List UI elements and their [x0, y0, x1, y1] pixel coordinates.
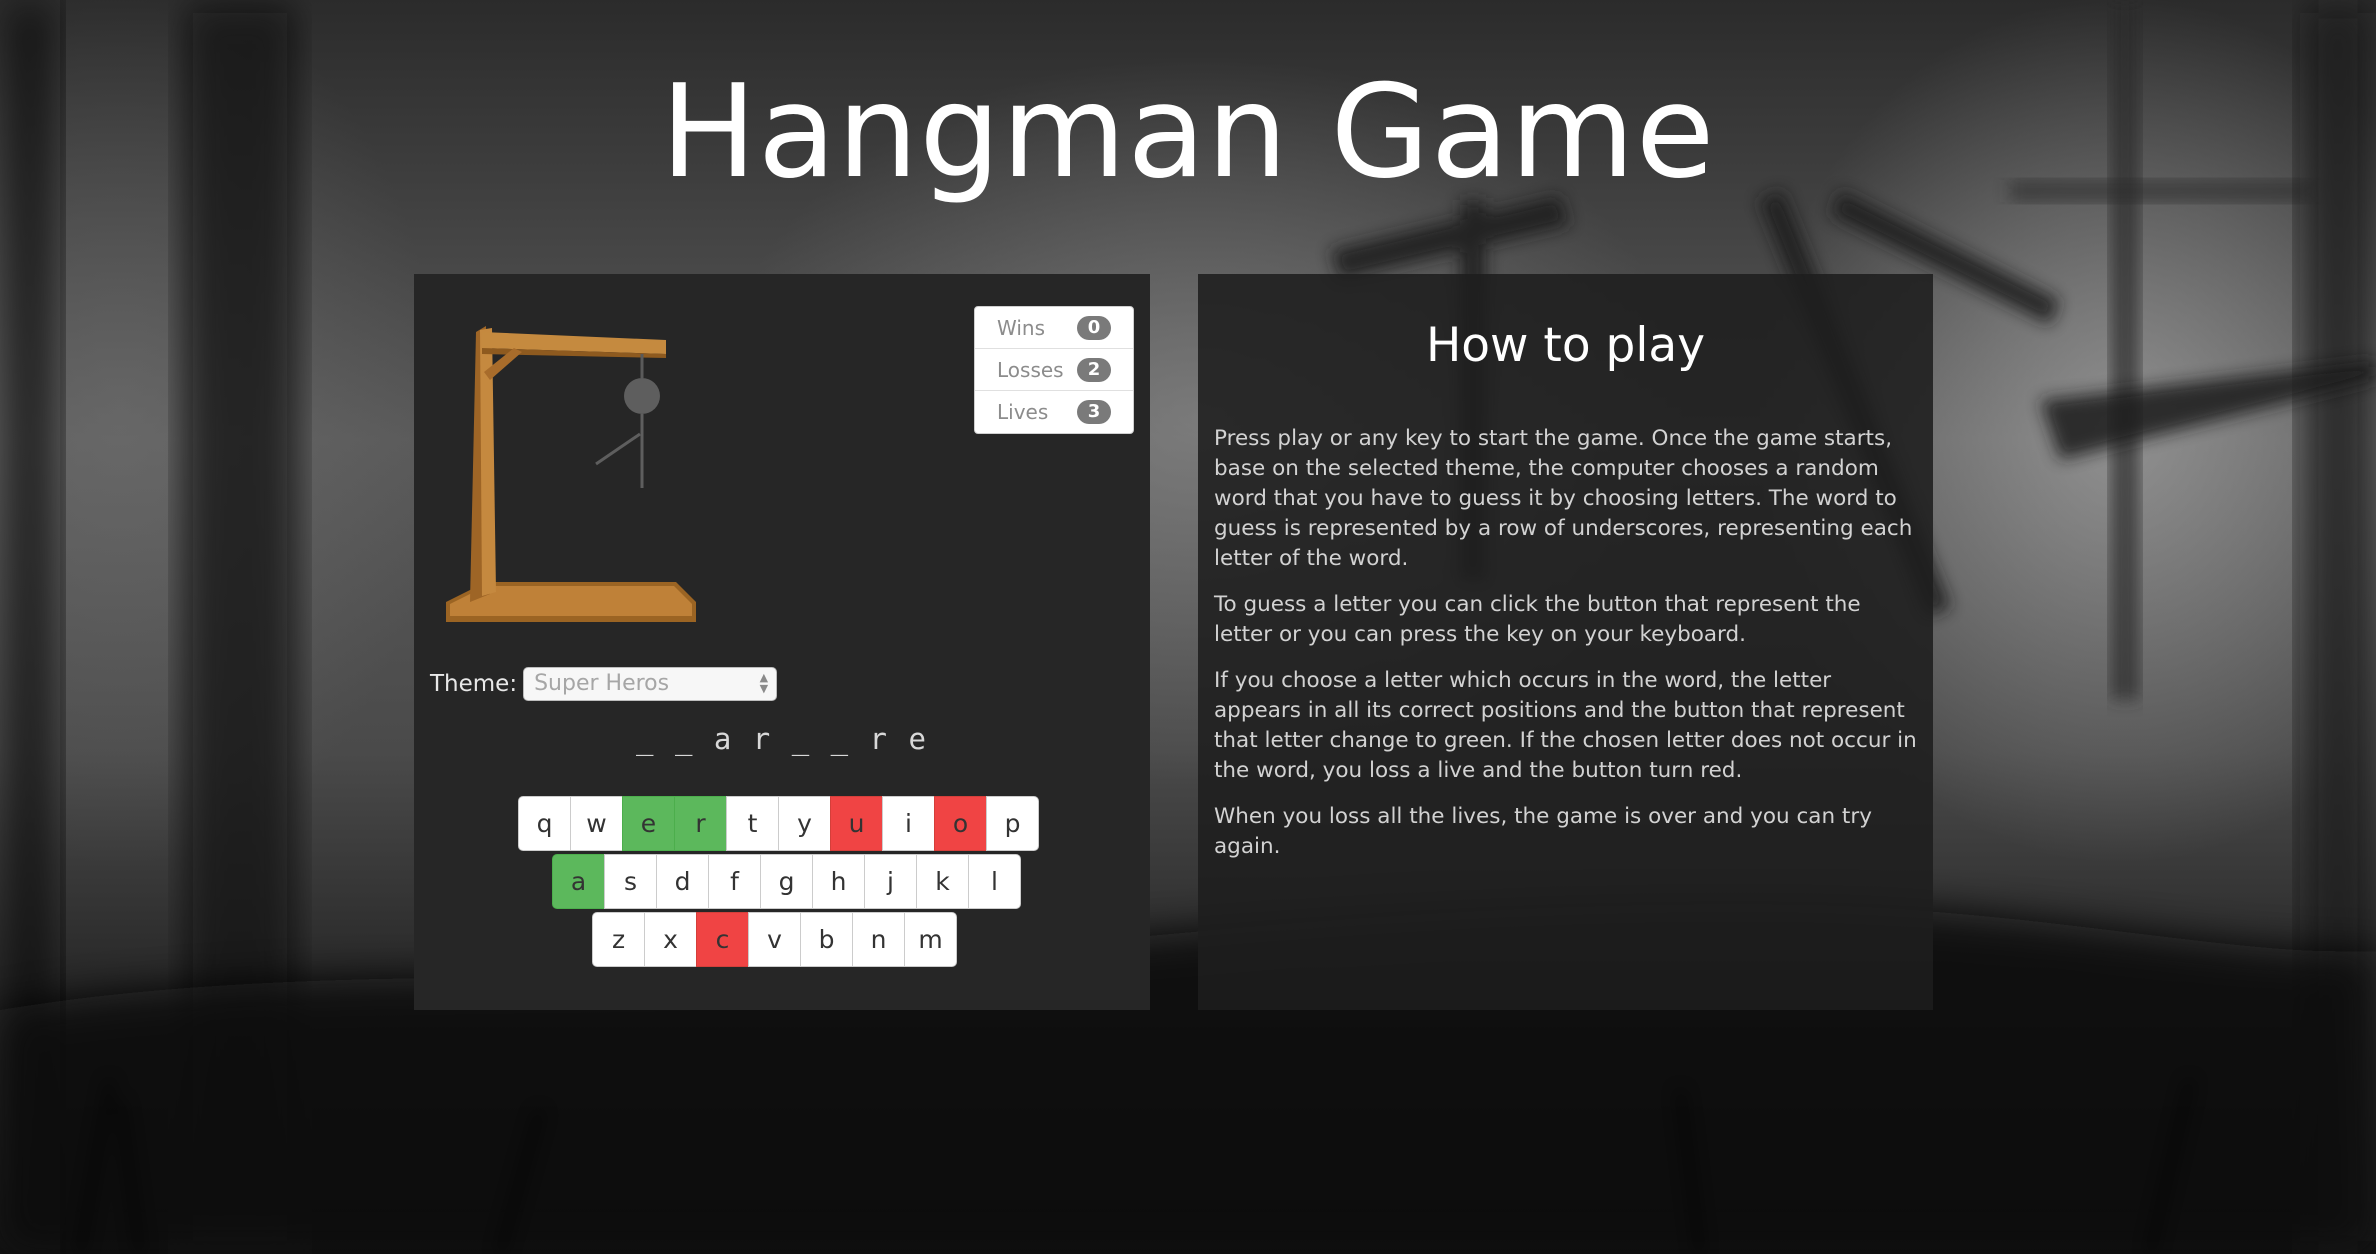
instruction-paragraph: To guess a letter you can click the butt…	[1214, 592, 1861, 647]
game-panel: Wins 0 Losses 2 Lives 3 Theme: Super Her…	[414, 274, 1150, 1010]
theme-control: Theme: Super Heros ▲ ▼	[430, 667, 778, 701]
losses-label: Losses	[997, 357, 1064, 382]
key-h[interactable]: h	[812, 854, 865, 909]
key-z[interactable]: z	[592, 912, 645, 967]
key-l[interactable]: l	[968, 854, 1021, 909]
lives-stat: Lives 3	[975, 391, 1133, 433]
losses-badge: 2	[1077, 357, 1111, 382]
instruction-paragraph: If you choose a letter which occurs in t…	[1214, 668, 1917, 783]
key-k[interactable]: k	[916, 854, 969, 909]
key-x[interactable]: x	[644, 912, 697, 967]
key-b[interactable]: b	[800, 912, 853, 967]
word-display: _ _ a r _ _ r e	[636, 722, 928, 756]
key-t[interactable]: t	[726, 796, 779, 851]
how-to-play-panel: How to play Press play or any key to sta…	[1198, 274, 1933, 1010]
key-n[interactable]: n	[852, 912, 905, 967]
losses-stat: Losses 2	[975, 349, 1133, 391]
key-m[interactable]: m	[904, 912, 957, 967]
key-i[interactable]: i	[882, 796, 935, 851]
keyboard-row-2: asdfghjkl	[552, 854, 1021, 909]
theme-selected-value: Super Heros	[534, 671, 670, 696]
theme-select[interactable]: Super Heros ▲ ▼	[523, 667, 778, 701]
how-to-play-title: How to play	[1425, 318, 1706, 373]
key-s[interactable]: s	[604, 854, 657, 909]
instruction-paragraph: When you loss all the lives, the game is…	[1214, 804, 1872, 859]
key-p[interactable]: p	[986, 796, 1039, 851]
keyboard-row-1: qwertyuiop	[518, 796, 1039, 851]
key-c[interactable]: c	[696, 912, 749, 967]
wins-stat: Wins 0	[975, 307, 1133, 349]
instruction-paragraph: Press play or any key to start the game.…	[1214, 426, 1913, 571]
how-to-play-text: Press play or any key to start the game.…	[1214, 424, 1919, 878]
key-q[interactable]: q	[518, 796, 571, 851]
key-f[interactable]: f	[708, 854, 761, 909]
lives-badge: 3	[1077, 400, 1111, 424]
key-r[interactable]: r	[674, 796, 727, 851]
hangman-gallows-drawing	[446, 326, 696, 622]
key-g[interactable]: g	[760, 854, 813, 909]
key-w[interactable]: w	[570, 796, 623, 851]
wins-label: Wins	[997, 315, 1045, 340]
wins-badge: 0	[1077, 315, 1111, 340]
keyboard-row-3: zxcvbnm	[592, 912, 957, 967]
key-d[interactable]: d	[656, 854, 709, 909]
key-y[interactable]: y	[778, 796, 831, 851]
theme-label: Theme:	[430, 671, 518, 697]
key-e[interactable]: e	[622, 796, 675, 851]
key-o[interactable]: o	[934, 796, 987, 851]
score-panel: Wins 0 Losses 2 Lives 3	[974, 306, 1134, 434]
lives-label: Lives	[997, 400, 1049, 424]
select-arrows-icon: ▲ ▼	[759, 671, 769, 695]
key-v[interactable]: v	[748, 912, 801, 967]
key-j[interactable]: j	[864, 854, 917, 909]
page-title: Hangman Game	[660, 58, 1716, 207]
key-u[interactable]: u	[830, 796, 883, 851]
key-a[interactable]: a	[552, 854, 605, 909]
